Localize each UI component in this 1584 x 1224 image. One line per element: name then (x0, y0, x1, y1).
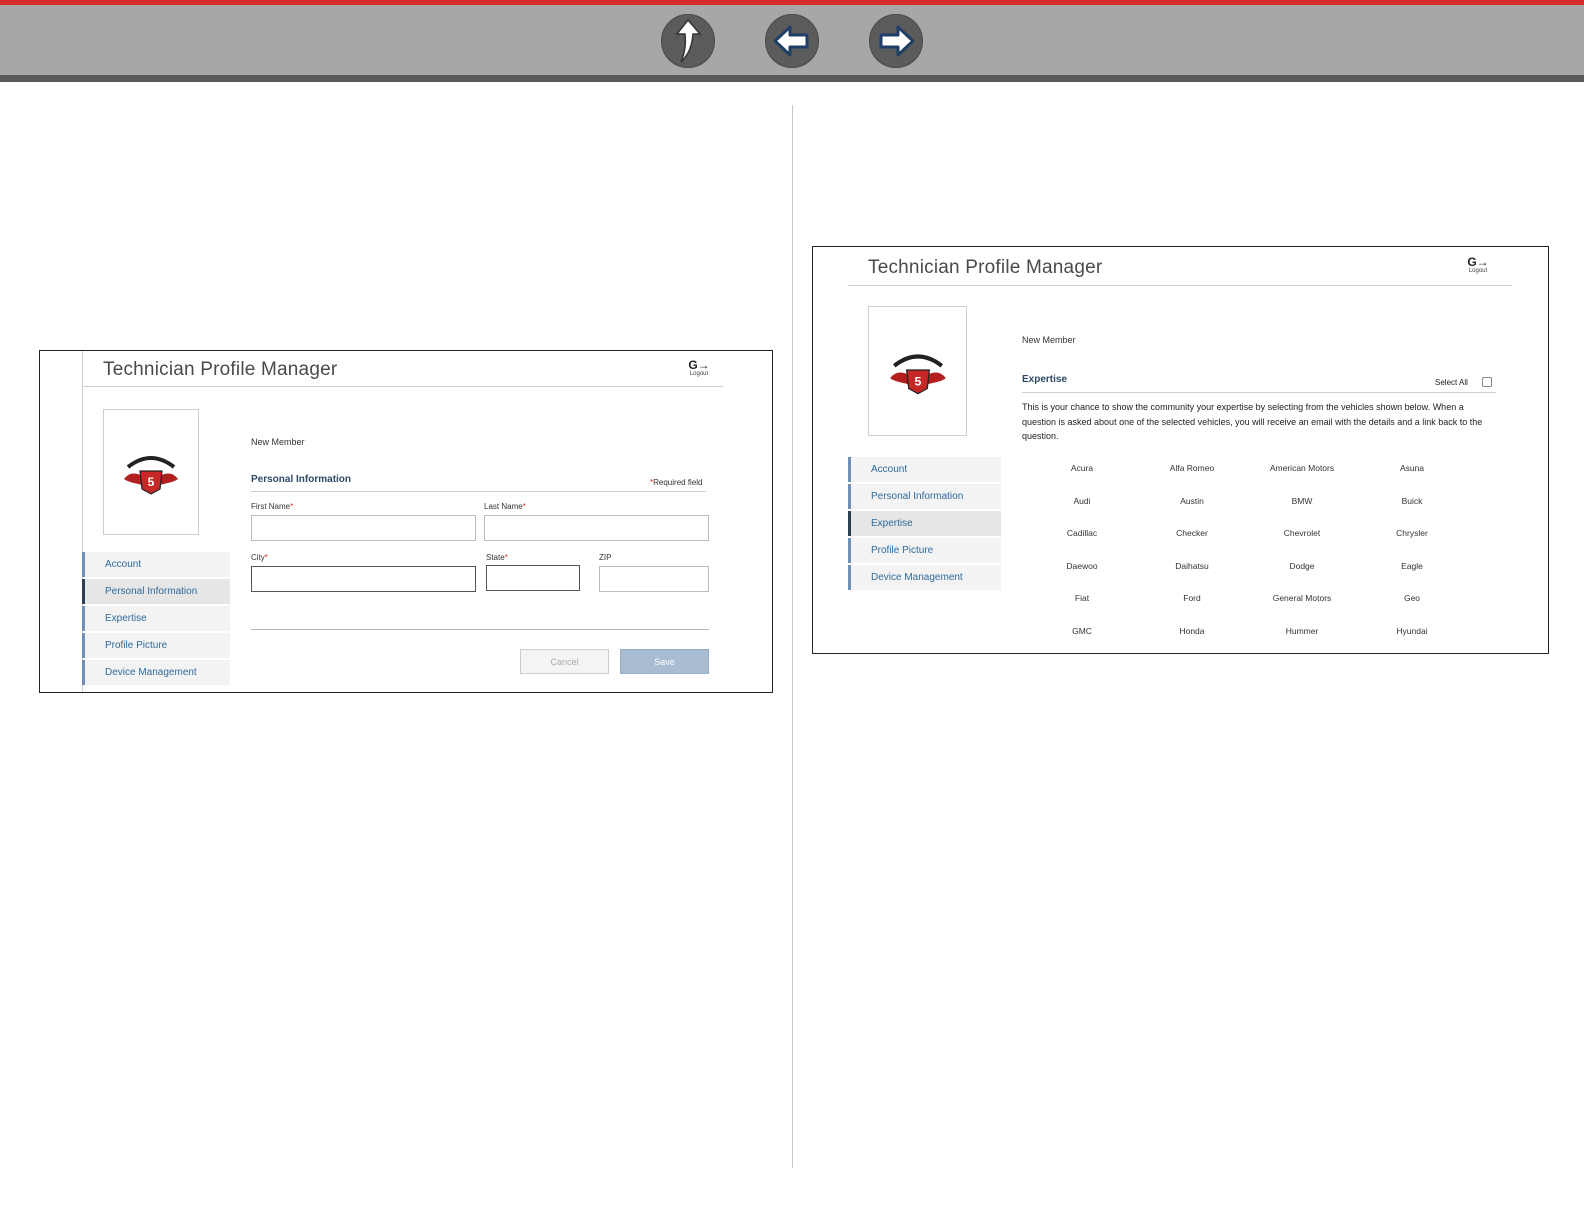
section-divider (1022, 392, 1496, 393)
vehicle-option[interactable]: Daewoo (1027, 561, 1137, 594)
first-name-label: First Name* (251, 502, 294, 511)
nav-up-button[interactable] (661, 14, 715, 68)
city-input[interactable] (251, 566, 476, 592)
sidebar-item-personal-information[interactable]: Personal Information (82, 579, 230, 604)
vehicle-option[interactable]: Austin (1137, 496, 1247, 529)
cancel-button[interactable]: Cancel (520, 649, 609, 674)
vehicle-option[interactable]: Hummer (1247, 626, 1357, 654)
top-accent-stripe (0, 0, 1584, 5)
vehicle-option[interactable]: BMW (1247, 496, 1357, 529)
logout-label: Logout (1468, 268, 1488, 274)
member-status: New Member (1022, 335, 1076, 345)
vehicle-option[interactable]: Buick (1357, 496, 1467, 529)
vehicle-option[interactable]: Chrysler (1357, 528, 1467, 561)
vehicle-option[interactable]: GMC (1027, 626, 1137, 654)
city-label: City* (251, 553, 268, 562)
expertise-screenshot: Technician Profile Manager G→ Logout 5 A… (812, 246, 1549, 654)
sidebar-nav: Account Personal Information Expertise P… (848, 457, 1001, 592)
vehicle-option[interactable]: Alfa Romeo (1137, 463, 1247, 496)
vehicle-option[interactable]: Dodge (1247, 561, 1357, 594)
logout-button[interactable]: G→ Logout (1463, 256, 1493, 275)
up-arrow-icon (675, 18, 702, 63)
vehicle-option[interactable]: Eagle (1357, 561, 1467, 594)
vehicle-option[interactable]: Chevrolet (1247, 528, 1357, 561)
app-title: Technician Profile Manager (868, 257, 1103, 278)
vehicle-option[interactable]: Fiat (1027, 593, 1137, 626)
expertise-description: This is your chance to show the communit… (1022, 402, 1483, 441)
sidebar-item-device-management[interactable]: Device Management (848, 565, 1001, 590)
section-title: Expertise (1022, 374, 1068, 385)
logout-icon: G→ (1467, 255, 1489, 269)
state-input[interactable] (486, 565, 580, 591)
vehicle-option[interactable]: Daihatsu (1137, 561, 1247, 594)
svg-text:5: 5 (148, 475, 155, 489)
vehicle-option[interactable]: Asuna (1357, 463, 1467, 496)
logout-icon: G→ (688, 358, 710, 372)
profile-picture: 5 (103, 409, 199, 535)
vehicle-option[interactable]: Honda (1137, 626, 1247, 654)
performance-logo: 5 (124, 456, 178, 495)
last-name-input[interactable] (484, 515, 709, 541)
zip-input[interactable] (599, 566, 709, 592)
svg-text:5: 5 (914, 374, 921, 388)
vehicle-option[interactable]: Checker (1137, 528, 1247, 561)
last-name-label: Last Name* (484, 502, 526, 511)
vehicle-option[interactable]: Audi (1027, 496, 1137, 529)
vehicle-option[interactable]: Ford (1137, 593, 1247, 626)
form-footer-divider (251, 629, 709, 630)
column-divider (792, 105, 793, 1168)
nav-back-button[interactable] (765, 14, 819, 68)
nav-forward-button[interactable] (869, 14, 923, 68)
sidebar-item-profile-picture[interactable]: Profile Picture (82, 633, 230, 658)
vehicle-option[interactable]: Acura (1027, 463, 1137, 496)
state-label: State* (486, 553, 508, 562)
save-button[interactable]: Save (620, 649, 709, 674)
right-arrow-icon (879, 25, 915, 57)
performance-logo: 5 (889, 354, 946, 395)
zip-label: ZIP (599, 553, 612, 562)
title-divider (848, 285, 1512, 286)
vehicle-grid: Acura Alfa Romeo American Motors Asuna Audi A… (1027, 463, 1467, 654)
select-all-checkbox[interactable] (1482, 377, 1492, 387)
profile-picture: 5 (868, 306, 967, 436)
logout-button[interactable]: G→ Logout (684, 359, 714, 378)
select-all-label: Select All (1435, 378, 1468, 387)
sidebar-item-expertise[interactable]: Expertise (82, 606, 230, 631)
vehicle-option[interactable]: Geo (1357, 593, 1467, 626)
top-nav-bar (0, 0, 1584, 82)
sidebar-item-profile-picture[interactable]: Profile Picture (848, 538, 1001, 563)
bottom-accent-stripe (0, 75, 1584, 82)
vehicle-option[interactable]: Cadillac (1027, 528, 1137, 561)
member-status: New Member (251, 437, 305, 447)
sidebar-item-expertise[interactable]: Expertise (848, 511, 1001, 536)
sidebar-item-personal-information[interactable]: Personal Information (848, 484, 1001, 509)
sidebar-item-account[interactable]: Account (82, 552, 230, 577)
vehicle-option[interactable]: Hyundai (1357, 626, 1467, 654)
sidebar-item-device-management[interactable]: Device Management (82, 660, 230, 685)
required-note: *Required field (650, 478, 703, 487)
sidebar-item-account[interactable]: Account (848, 457, 1001, 482)
left-arrow-icon (773, 25, 809, 57)
personal-information-screenshot: Technician Profile Manager G→ Logout 5 A… (39, 350, 773, 693)
app-title: Technician Profile Manager (103, 359, 338, 380)
vehicle-option[interactable]: General Motors (1247, 593, 1357, 626)
section-title: Personal Information (251, 474, 352, 485)
sidebar-nav: Account Personal Information Expertise P… (82, 552, 230, 687)
logout-label: Logout (689, 371, 709, 377)
section-divider (251, 491, 706, 492)
first-name-input[interactable] (251, 515, 476, 541)
vehicle-option[interactable]: American Motors (1247, 463, 1357, 496)
title-divider (82, 386, 723, 387)
